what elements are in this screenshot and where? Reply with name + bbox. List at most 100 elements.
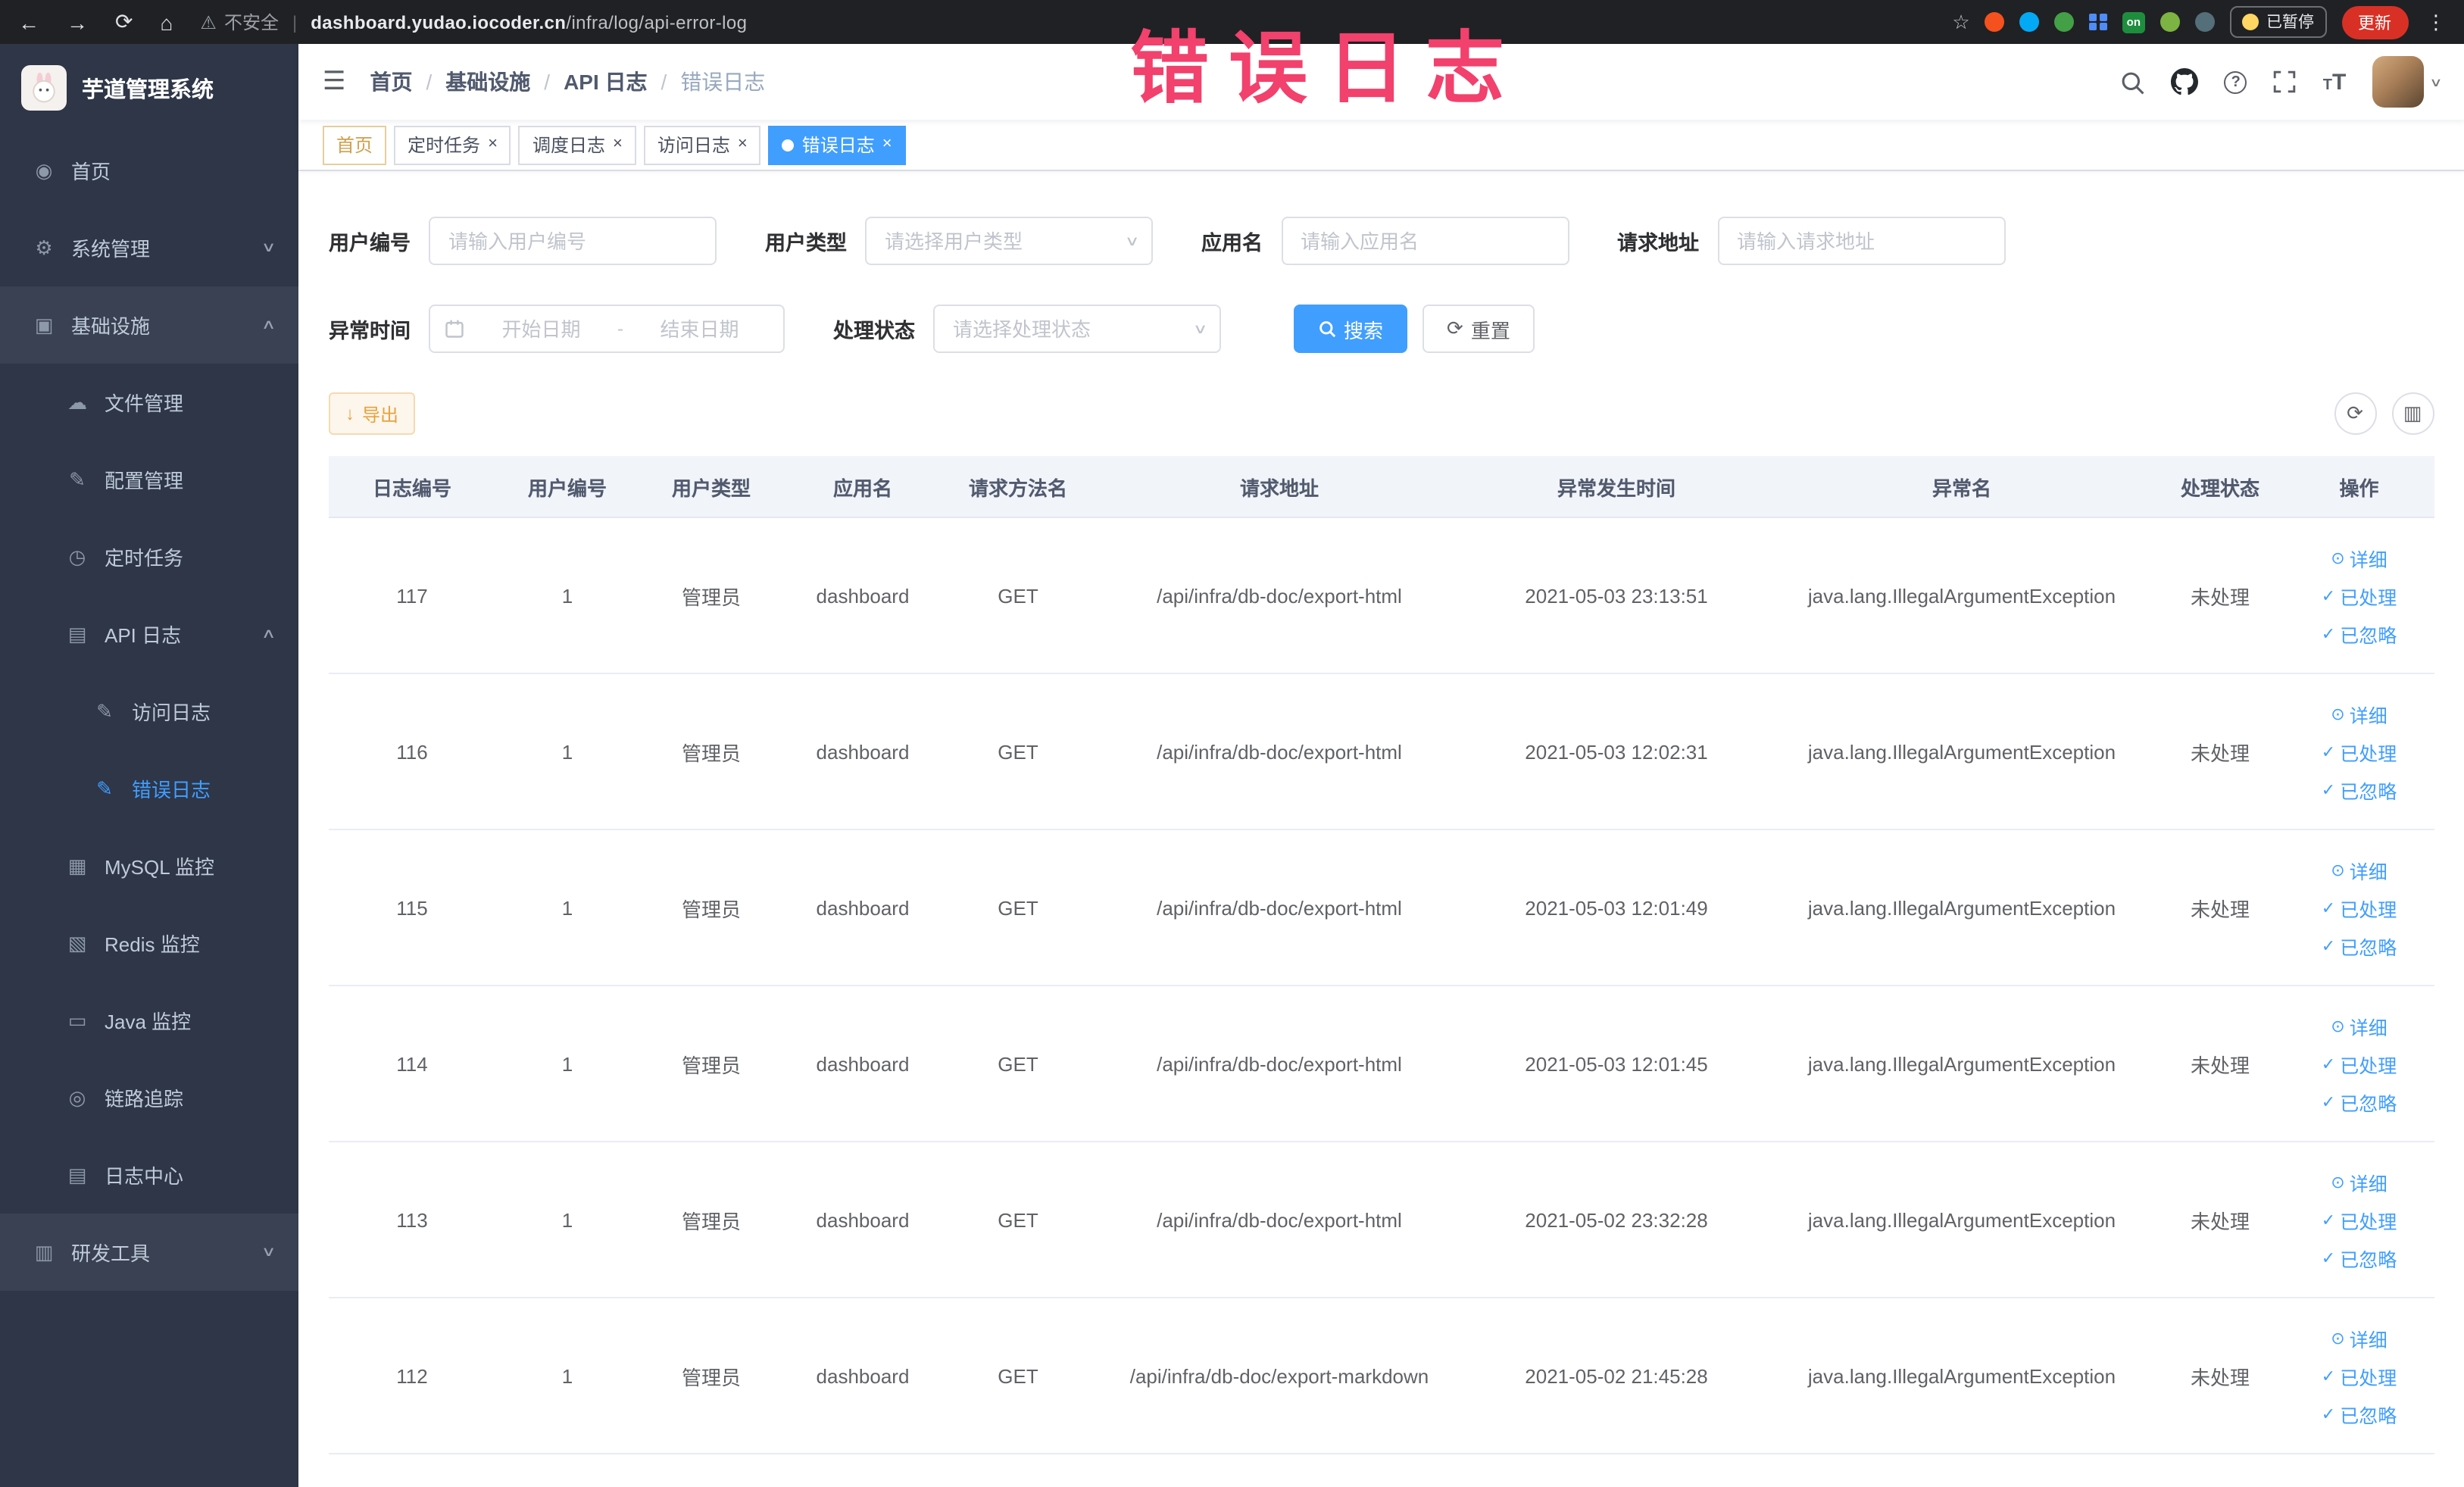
sidebar-item-error-log[interactable]: ✎ 错误日志 <box>0 750 298 827</box>
fullscreen-icon[interactable] <box>2273 70 2297 94</box>
mark-ignored-link[interactable]: ✓ 已忽略 <box>2322 775 2397 804</box>
sidebar-item-mysql-monitor[interactable]: ▦ MySQL 监控 <box>0 827 298 904</box>
export-button[interactable]: ↓ 导出 <box>329 392 416 435</box>
tab-cron-jobs[interactable]: 定时任务 × <box>394 125 511 164</box>
extension-icon[interactable] <box>2019 12 2040 32</box>
mark-processed-link[interactable]: ✓ 已处理 <box>2322 1205 2397 1234</box>
reset-button[interactable]: ⟳ 重置 <box>1422 305 1535 353</box>
filter-label-exception-time: 异常时间 <box>329 320 411 342</box>
address-bar[interactable]: ⚠ 不安全 | dashboard.yudao.iocoder.cn/infra… <box>200 9 747 35</box>
user-type-select[interactable] <box>865 217 1153 265</box>
sidebar-item-home[interactable]: ◉ 首页 <box>0 132 298 209</box>
paused-badge[interactable]: 已暂停 <box>2230 6 2326 38</box>
mark-ignored-link[interactable]: ✓ 已忽略 <box>2322 1399 2397 1428</box>
column-settings-button[interactable]: ▥ <box>2391 392 2434 435</box>
close-icon[interactable]: × <box>488 136 498 153</box>
breadcrumb-home[interactable]: 首页 <box>370 67 413 97</box>
col-user-type: 用户类型 <box>671 476 751 499</box>
tab-schedule-log[interactable]: 调度日志 × <box>518 125 636 164</box>
process-status-select[interactable] <box>933 305 1221 353</box>
view-icon: ⊙ <box>2331 1173 2345 1192</box>
detail-link[interactable]: ⊙ 详细 <box>2331 1011 2387 1040</box>
check-icon: ✓ <box>2321 1405 2336 1423</box>
user-id-input[interactable] <box>429 217 717 265</box>
cell-user-type: 管理员 <box>681 1054 741 1076</box>
tab-error-log[interactable]: 错误日志 × <box>768 125 906 164</box>
browser-menu-icon[interactable]: ⋮ <box>2426 10 2446 34</box>
extension-on-badge[interactable]: on <box>2122 11 2145 33</box>
search-icon[interactable] <box>2120 69 2146 95</box>
extension-icon[interactable] <box>2195 12 2215 32</box>
cell-status: 未处理 <box>2190 898 2250 920</box>
mark-ignored-link[interactable]: ✓ 已忽略 <box>2322 931 2397 960</box>
mark-ignored-link[interactable]: ✓ 已忽略 <box>2322 1087 2397 1116</box>
close-icon[interactable]: × <box>613 136 623 153</box>
extension-grid-icon[interactable] <box>2089 13 2107 31</box>
browser-nav-buttons: ← → ⟳ ⌂ <box>18 9 173 35</box>
detail-link[interactable]: ⊙ 详细 <box>2331 1167 2387 1196</box>
sidebar-item-system-management[interactable]: ⚙ 系统管理 ∨ <box>0 209 298 286</box>
mark-processed-link[interactable]: ✓ 已处理 <box>2322 581 2397 610</box>
mark-processed-link[interactable]: ✓ 已处理 <box>2322 1049 2397 1078</box>
detail-link[interactable]: ⊙ 详细 <box>2331 699 2387 728</box>
sidebar-toggle-icon[interactable]: ☰ <box>323 67 346 97</box>
sidebar-item-redis-monitor[interactable]: ▧ Redis 监控 <box>0 904 298 982</box>
extension-icon[interactable] <box>2054 12 2075 32</box>
address-divider: | <box>292 11 298 33</box>
extension-icon[interactable] <box>2160 12 2180 32</box>
filter-label-user-id: 用户编号 <box>329 232 411 255</box>
mark-processed-link[interactable]: ✓ 已处理 <box>2322 893 2397 922</box>
tab-home[interactable]: 首页 <box>323 125 387 164</box>
github-icon[interactable] <box>2171 68 2199 95</box>
request-url-input[interactable] <box>1717 217 2005 265</box>
sidebar-item-cron-jobs[interactable]: ◷ 定时任务 <box>0 518 298 595</box>
tab-label: 首页 <box>336 135 373 156</box>
breadcrumb-api-logs[interactable]: API 日志 <box>564 67 647 97</box>
font-size-icon[interactable]: TT <box>2323 70 2347 93</box>
sidebar-item-java-monitor[interactable]: ▭ Java 监控 <box>0 982 298 1059</box>
tab-access-log[interactable]: 访问日志 × <box>643 125 761 164</box>
browser-home-icon[interactable]: ⌂ <box>160 10 173 34</box>
refresh-table-button[interactable]: ⟳ <box>2334 392 2376 435</box>
update-button[interactable]: 更新 <box>2341 5 2408 39</box>
help-icon[interactable]: ? <box>2224 70 2247 93</box>
mark-ignored-link[interactable]: ✓ 已忽略 <box>2322 619 2397 648</box>
sidebar-item-access-log[interactable]: ✎ 访问日志 <box>0 673 298 750</box>
logo[interactable]: 芋道管理系统 <box>0 44 298 132</box>
forward-icon[interactable]: → <box>67 10 88 34</box>
close-icon[interactable]: × <box>738 136 748 153</box>
detail-link[interactable]: ⊙ 详细 <box>2331 855 2387 884</box>
sidebar-item-config-management[interactable]: ✎ 配置管理 <box>0 441 298 518</box>
detail-link[interactable]: ⊙ 详细 <box>2331 1323 2387 1352</box>
sidebar-item-log-center[interactable]: ▤ 日志中心 <box>0 1136 298 1214</box>
breadcrumb-infrastructure[interactable]: 基础设施 <box>445 67 530 97</box>
reload-icon[interactable]: ⟳ <box>115 9 133 35</box>
detail-link[interactable]: ⊙ 详细 <box>2331 543 2387 572</box>
back-icon[interactable]: ← <box>18 10 39 34</box>
exception-time-range-picker[interactable]: - <box>429 305 785 353</box>
col-log-id: 日志编号 <box>372 476 451 499</box>
breadcrumb-separator: / <box>661 70 667 94</box>
cell-request-url: /api/infra/db-doc/export-html <box>1157 584 1402 607</box>
user-menu[interactable]: ∨ <box>2372 56 2442 108</box>
avatar[interactable] <box>2372 56 2424 108</box>
app-name-input[interactable] <box>1281 217 1569 265</box>
close-icon[interactable]: × <box>882 136 892 153</box>
search-button[interactable]: 搜索 <box>1294 305 1408 353</box>
mark-processed-link[interactable]: ✓ 已处理 <box>2322 1361 2397 1390</box>
cell-log-id: 116 <box>396 740 428 763</box>
sidebar-item-trace[interactable]: ◎ 链路追踪 <box>0 1059 298 1136</box>
sidebar-item-file-management[interactable]: ☁ 文件管理 <box>0 364 298 441</box>
mark-processed-link[interactable]: ✓ 已处理 <box>2322 737 2397 766</box>
sidebar-item-dev-tools[interactable]: ▥ 研发工具 ∨ <box>0 1214 298 1291</box>
mark-ignored-link[interactable]: ✓ 已忽略 <box>2322 1243 2397 1272</box>
processed-link-label: 已处理 <box>2340 743 2397 764</box>
bookmark-star-icon[interactable]: ☆ <box>1952 10 1969 34</box>
sidebar-item-api-logs[interactable]: ▤ API 日志 ∧ <box>0 595 298 673</box>
start-date-input[interactable] <box>471 317 611 340</box>
end-date-input[interactable] <box>629 317 770 340</box>
grid-icon: ▦ <box>67 854 87 876</box>
sidebar-item-infrastructure[interactable]: ▣ 基础设施 ∧ <box>0 286 298 364</box>
extension-icon[interactable] <box>1985 12 2005 32</box>
cell-user-id: 1 <box>561 1364 573 1387</box>
